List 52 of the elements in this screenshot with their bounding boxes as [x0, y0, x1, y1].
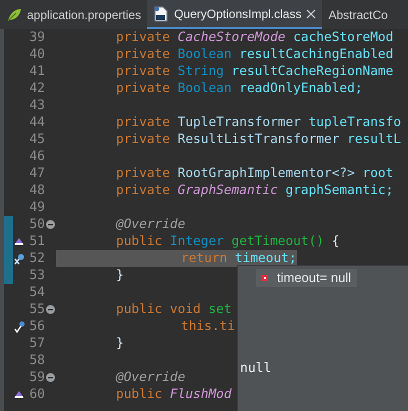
field-icon [262, 275, 268, 281]
line-number: 56 [28, 318, 45, 336]
triangle-icon [14, 391, 24, 398]
line-number: 46 [28, 148, 45, 166]
close-icon[interactable] [306, 8, 316, 18]
code-line: } [115, 335, 124, 352]
breakpoint-check-icon [14, 320, 24, 332]
triangle-icon [14, 238, 24, 245]
value-text: null [240, 360, 272, 378]
line-number: 52 [28, 250, 45, 268]
line-number: 39 [28, 28, 45, 47]
line-number: 60 [28, 386, 45, 404]
debug-arrow-icon [14, 252, 24, 264]
variable-item[interactable]: timeout= null [256, 269, 358, 287]
code-line: public Integer getTimeout() { [115, 233, 340, 250]
code-line: @Override [114, 216, 186, 233]
fold-icon[interactable] [46, 220, 55, 229]
line-number: 49 [28, 198, 45, 217]
line-number: 50 [28, 216, 45, 234]
code-line: private CacheStoreMode cacheStoreMod [115, 29, 394, 46]
line-number: 55 [28, 300, 45, 319]
line-number: 57 [28, 334, 45, 353]
line-number: 45 [28, 130, 45, 149]
line-number: 41 [28, 62, 45, 81]
code-line: private String resultCacheRegionName [115, 63, 394, 80]
code-line: public void set [115, 301, 232, 318]
line-number: 51 [28, 232, 45, 251]
line-number: 43 [28, 96, 45, 115]
leaf-icon [6, 6, 22, 22]
code-line: private ResultListTransformer resultL [115, 131, 402, 148]
line-number: 54 [28, 284, 45, 302]
line-number: 48 [28, 182, 45, 200]
fold-icon[interactable] [46, 373, 55, 382]
code-line: private GraphSemantic graphSemantic; [115, 182, 394, 199]
code-line: public FlushMod [115, 386, 232, 403]
line-number: 58 [28, 352, 45, 370]
line-number: 53 [28, 266, 45, 285]
class-file-icon [153, 5, 170, 22]
code-line: this.ti [180, 318, 235, 335]
line-number: 44 [28, 114, 45, 132]
line-number: 40 [28, 46, 45, 64]
line-number: 42 [28, 80, 45, 98]
code-line: } [115, 267, 124, 284]
line-number: 59 [28, 368, 45, 387]
line-number: 47 [28, 164, 45, 183]
code-line: private Boolean resultCachingEnabled [115, 46, 394, 63]
code-line: private RootGraphImplementor<?> root [115, 165, 394, 182]
fold-icon[interactable] [46, 305, 55, 314]
code-line: @Override [114, 369, 186, 386]
editor-tab[interactable]: QueryOptionsImpl.class [147, 0, 322, 29]
code-line: private Boolean readOnlyEnabled; [115, 80, 363, 97]
code-line: private TupleTransformer tupleTransfo [115, 114, 402, 131]
